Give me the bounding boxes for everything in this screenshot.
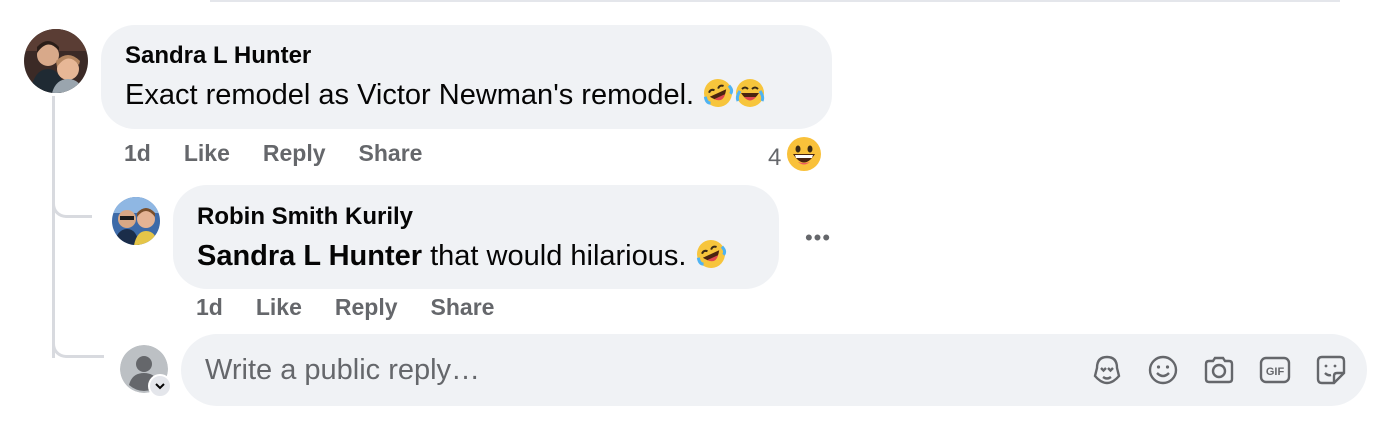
divider — [210, 0, 1340, 2]
comment-reactions[interactable]: 4 — [768, 135, 823, 180]
reply-bubble: Robin Smith Kurily Sandra L Hunter that … — [173, 185, 779, 289]
rolling-laughing-emoji-icon — [702, 77, 734, 109]
reply-text: that would hilarious. — [422, 240, 687, 272]
comment-bubble: Sandra L Hunter Exact remodel as Victor … — [101, 25, 832, 129]
comment-actions: 1d Like Reply Share — [124, 140, 455, 167]
reply-share-button[interactable]: Share — [431, 294, 495, 321]
rolling-laughing-emoji-icon — [695, 238, 727, 270]
gif-icon[interactable]: GIF — [1257, 352, 1293, 388]
chevron-down-icon[interactable] — [148, 374, 172, 398]
comment-author[interactable]: Sandra L Hunter — [125, 42, 311, 70]
svg-text:GIF: GIF — [1266, 366, 1285, 378]
avatar-sticker-icon[interactable] — [1089, 352, 1125, 388]
camera-icon[interactable] — [1201, 352, 1237, 388]
thread-connector-reply — [52, 178, 92, 218]
sticker-icon[interactable] — [1313, 352, 1349, 388]
comment-reply-button[interactable]: Reply — [263, 140, 326, 167]
reaction-count: 4 — [768, 143, 782, 171]
reply-composer: GIF — [181, 334, 1367, 406]
comment-timestamp[interactable]: 1d — [124, 140, 151, 167]
comment-text: Exact remodel as Victor Newman's remodel… — [125, 79, 695, 111]
comment-like-button[interactable]: Like — [184, 140, 230, 167]
reply-reply-button[interactable]: Reply — [335, 294, 398, 321]
grinning-emoji-icon — [785, 135, 823, 180]
comment-text-line: Exact remodel as Victor Newman's remodel… — [125, 77, 766, 112]
avatar-sandra[interactable] — [24, 29, 88, 93]
avatar-robin[interactable] — [112, 197, 160, 245]
thread-connector-composer — [52, 318, 104, 358]
reply-mention-link[interactable]: Sandra L Hunter — [197, 240, 422, 272]
reply-input[interactable] — [205, 334, 1065, 406]
emoji-icon[interactable] — [1145, 352, 1181, 388]
reply-timestamp[interactable]: 1d — [196, 294, 223, 321]
reply-text-line: Sandra L Hunter that would hilarious. — [197, 238, 727, 273]
comment-share-button[interactable]: Share — [359, 140, 423, 167]
reply-actions: 1d Like Reply Share — [196, 294, 527, 321]
reply-like-button[interactable]: Like — [256, 294, 302, 321]
tears-of-joy-emoji-icon — [734, 77, 766, 109]
reply-author[interactable]: Robin Smith Kurily — [197, 203, 413, 231]
more-options-button[interactable]: ••• — [802, 222, 834, 254]
